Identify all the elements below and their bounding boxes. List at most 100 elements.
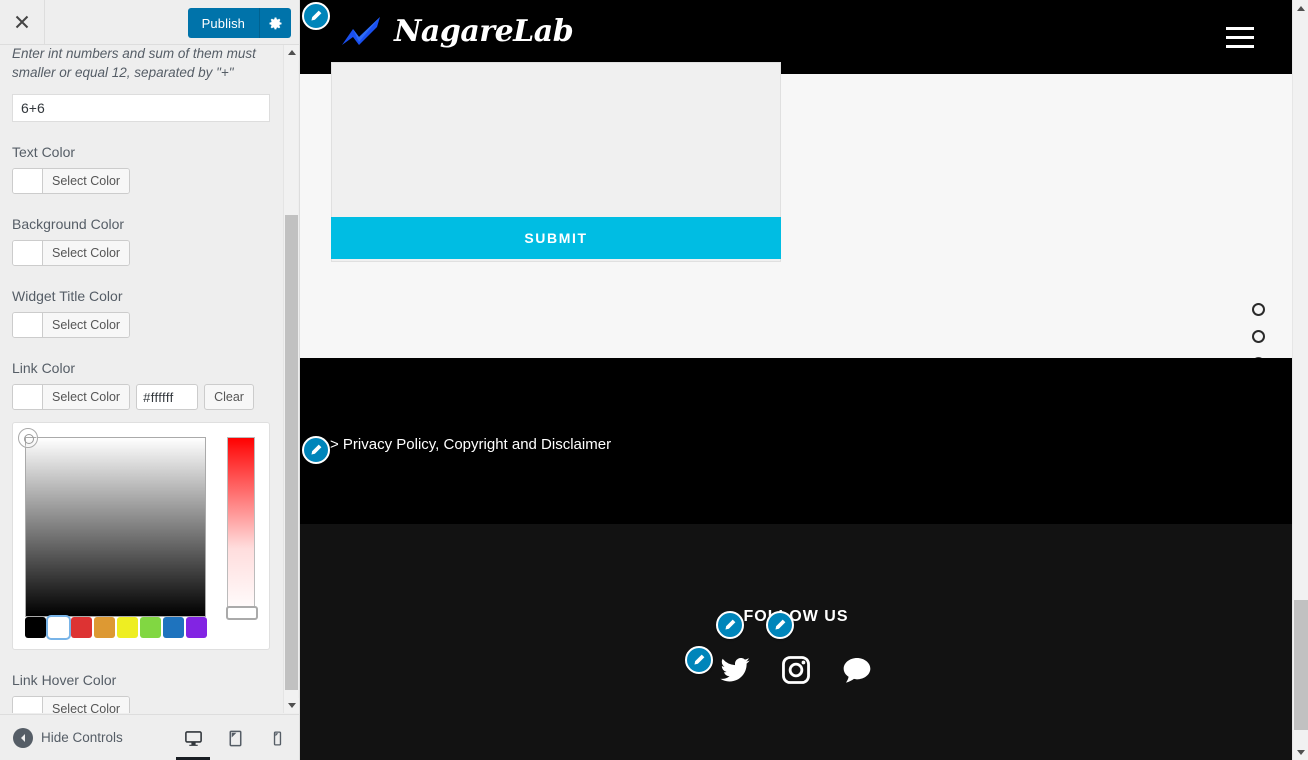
link-hover-color-picker-button[interactable]: Select Color bbox=[12, 696, 131, 713]
background-color-picker-button[interactable]: Select Color bbox=[12, 240, 131, 266]
pencil-icon bbox=[694, 654, 705, 665]
chat-bubble-icon bbox=[843, 658, 871, 683]
publish-settings-button[interactable] bbox=[259, 8, 291, 38]
triangle-up-icon bbox=[1297, 5, 1305, 11]
edit-pin-privacy[interactable] bbox=[302, 436, 330, 464]
palette-swatch-orange[interactable] bbox=[94, 617, 115, 638]
widget-title-color-swatch bbox=[13, 313, 43, 337]
widget-title-color-label: Widget Title Color bbox=[12, 288, 123, 304]
palette-swatch-red[interactable] bbox=[71, 617, 92, 638]
palette-swatch-yellow[interactable] bbox=[117, 617, 138, 638]
link-color-select-label: Select Color bbox=[43, 385, 130, 409]
scrollbar-up-button[interactable] bbox=[284, 45, 299, 60]
palette-swatch-purple[interactable] bbox=[186, 617, 207, 638]
preview-scroll-down-button[interactable] bbox=[1293, 744, 1308, 760]
privacy-policy-link[interactable]: > Privacy Policy, Copyright and Disclaim… bbox=[330, 436, 611, 453]
link-color-clear-button[interactable]: Clear bbox=[204, 384, 254, 410]
edit-pin-header[interactable] bbox=[302, 2, 330, 30]
customizer-controls-list: Enter int numbers and sum of them must s… bbox=[0, 45, 284, 713]
publish-button[interactable]: Publish bbox=[187, 8, 259, 38]
saturation-value-area[interactable] bbox=[25, 437, 206, 617]
palette-swatch-green[interactable] bbox=[140, 617, 161, 638]
desktop-icon bbox=[184, 730, 202, 746]
chart-arrow-icon bbox=[342, 16, 380, 45]
site-logo-text: NagareLab bbox=[394, 14, 574, 49]
instagram-link[interactable] bbox=[779, 654, 813, 691]
widget-title-color-picker-button[interactable]: Select Color bbox=[12, 312, 131, 338]
color-picker-handle[interactable] bbox=[18, 428, 38, 448]
twitter-icon bbox=[720, 657, 750, 682]
color-palette-swatches bbox=[25, 617, 207, 638]
desktop-preview-button[interactable] bbox=[176, 715, 210, 760]
mobile-icon bbox=[273, 730, 281, 746]
social-icons-list bbox=[300, 654, 1292, 691]
palette-swatch-white[interactable] bbox=[48, 617, 69, 638]
close-customizer-button[interactable] bbox=[0, 0, 45, 44]
site-preview: NagareLab SUBMIT > Privacy Policy, Copyr… bbox=[300, 0, 1308, 760]
widget-title-color-row: Select Color bbox=[12, 312, 272, 338]
chevron-left-circle-icon bbox=[13, 727, 33, 748]
text-color-swatch bbox=[13, 169, 43, 193]
field-description-wrap: Enter int numbers and sum of them must s… bbox=[12, 45, 272, 82]
background-color-swatch bbox=[13, 241, 43, 265]
contact-form-area: SUBMIT bbox=[300, 62, 1292, 358]
tablet-preview-button[interactable] bbox=[222, 715, 248, 760]
customizer-footer: Hide Controls bbox=[0, 714, 299, 760]
triangle-down-icon bbox=[1297, 749, 1305, 755]
edit-pin-social[interactable] bbox=[685, 646, 713, 674]
text-color-select-label: Select Color bbox=[43, 169, 130, 193]
background-color-select-label: Select Color bbox=[43, 241, 130, 265]
chat-link[interactable] bbox=[839, 654, 875, 691]
tablet-icon bbox=[229, 730, 241, 746]
customizer-header: Publish bbox=[0, 0, 299, 45]
mobile-preview-button[interactable] bbox=[264, 715, 290, 760]
publish-group: Publish bbox=[187, 8, 291, 38]
twitter-link[interactable] bbox=[717, 654, 753, 691]
int-numbers-input[interactable] bbox=[12, 94, 270, 122]
palette-swatch-blue[interactable] bbox=[163, 617, 184, 638]
submit-button[interactable]: SUBMIT bbox=[331, 217, 781, 259]
follow-us-title: FOLLOW US bbox=[743, 608, 849, 625]
site-logo[interactable]: NagareLab bbox=[340, 14, 574, 49]
device-preview-buttons bbox=[176, 715, 290, 760]
link-color-picker-button[interactable]: Select Color bbox=[12, 384, 131, 410]
edit-pin-follow-left[interactable] bbox=[716, 611, 744, 639]
hide-controls-label: Hide Controls bbox=[41, 730, 123, 745]
gear-icon bbox=[269, 17, 282, 29]
link-hover-color-select-label: Select Color bbox=[43, 697, 130, 713]
pencil-icon bbox=[311, 10, 322, 21]
text-color-picker-button[interactable]: Select Color bbox=[12, 168, 131, 194]
customizer-scrollbar[interactable] bbox=[283, 45, 299, 713]
link-hover-color-swatch bbox=[13, 697, 43, 713]
hide-controls-button[interactable]: Hide Controls bbox=[13, 727, 123, 748]
palette-swatch-black[interactable] bbox=[25, 617, 46, 638]
scroll-dot-2[interactable] bbox=[1252, 330, 1265, 343]
hue-slider-handle[interactable] bbox=[226, 606, 258, 620]
close-x-icon bbox=[15, 15, 29, 29]
footer-links-section: > Privacy Policy, Copyright and Disclaim… bbox=[300, 358, 1292, 524]
preview-scrollbar[interactable] bbox=[1292, 0, 1308, 760]
link-color-row: Select Color Clear bbox=[12, 384, 272, 410]
link-color-hex-input[interactable] bbox=[136, 384, 199, 410]
text-color-label: Text Color bbox=[12, 144, 76, 160]
preview-scrollbar-thumb[interactable] bbox=[1294, 600, 1308, 730]
preview-scroll-up-button[interactable] bbox=[1293, 0, 1308, 16]
scrollbar-down-button[interactable] bbox=[284, 698, 299, 713]
link-color-swatch bbox=[13, 385, 43, 409]
text-color-row: Select Color bbox=[12, 168, 272, 194]
pencil-icon bbox=[775, 619, 786, 630]
hue-slider[interactable] bbox=[226, 437, 258, 620]
link-hover-color-label: Link Hover Color bbox=[12, 672, 117, 688]
instagram-icon bbox=[782, 656, 810, 684]
triangle-up-icon bbox=[287, 50, 296, 55]
background-color-label: Background Color bbox=[12, 216, 125, 232]
customizer-scrollbar-thumb[interactable] bbox=[285, 215, 298, 690]
widget-title-color-select-label: Select Color bbox=[43, 313, 130, 337]
hamburger-menu-icon[interactable] bbox=[1226, 27, 1254, 48]
background-color-row: Select Color bbox=[12, 240, 272, 266]
customizer-panel: Publish Enter int numbers and sum of the… bbox=[0, 0, 300, 760]
edit-pin-follow-right[interactable] bbox=[766, 611, 794, 639]
field-description: Enter int numbers and sum of them must s… bbox=[12, 46, 256, 80]
link-color-label: Link Color bbox=[12, 360, 76, 376]
scroll-dot-1[interactable] bbox=[1252, 303, 1265, 316]
